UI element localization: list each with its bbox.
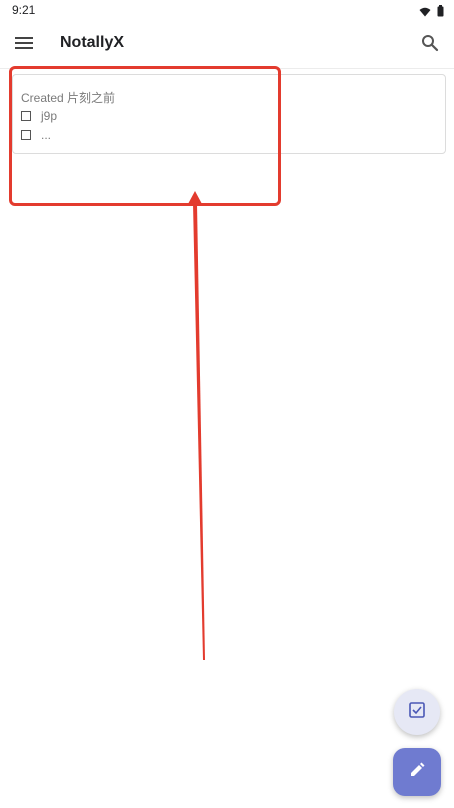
battery-icon — [437, 4, 444, 22]
hamburger-menu-icon — [15, 36, 33, 55]
status-bar: 9:21 — [0, 0, 454, 22]
app-title: NotallyX — [60, 34, 125, 51]
wifi-icon — [419, 4, 431, 22]
annotation-highlight-box — [9, 66, 281, 206]
new-note-button[interactable] — [393, 748, 441, 796]
search-button[interactable] — [418, 33, 442, 57]
search-icon — [421, 34, 439, 57]
menu-button[interactable] — [12, 33, 36, 57]
status-time: 9:21 — [12, 3, 36, 17]
app-toolbar: NotallyX — [0, 22, 454, 69]
new-list-button[interactable] — [394, 689, 440, 735]
pencil-icon — [407, 760, 427, 785]
status-icons — [419, 4, 444, 22]
checkbox-icon — [408, 701, 426, 724]
